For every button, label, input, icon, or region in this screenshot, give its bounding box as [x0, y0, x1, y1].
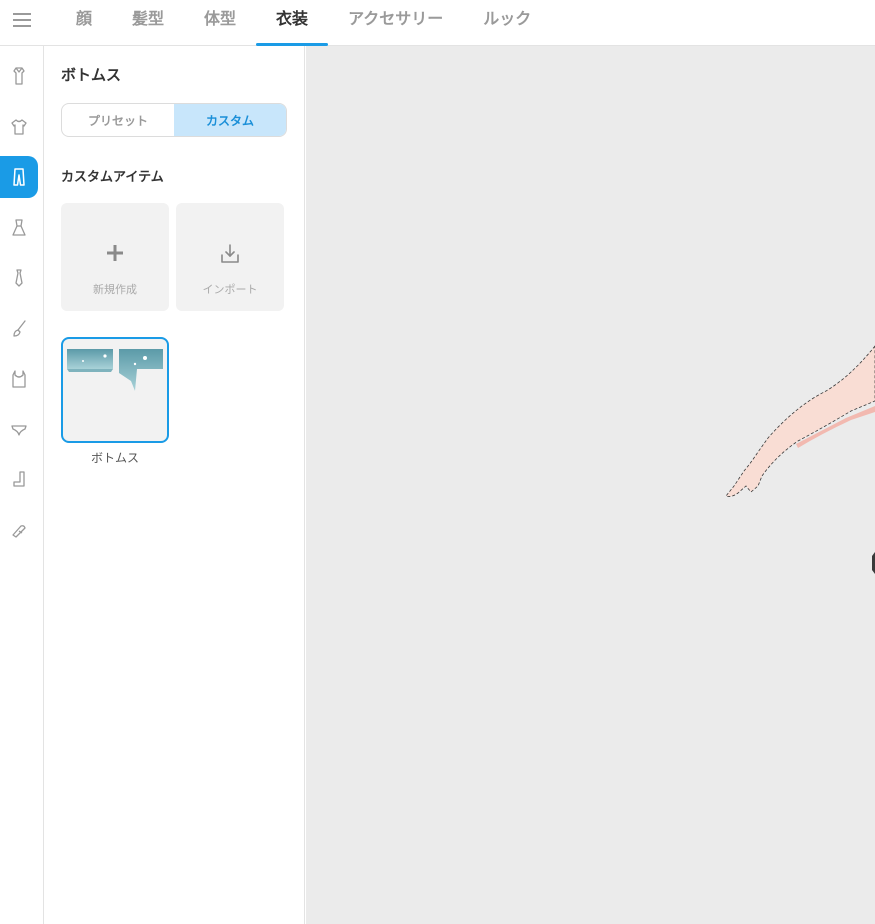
- rail-item-underwear[interactable]: [0, 409, 38, 451]
- rail-item-shirt[interactable]: [0, 55, 38, 97]
- dress-icon: [12, 219, 26, 236]
- top-bar: 顔 髪型 体型 衣装 アクセサリー ルック: [0, 0, 875, 46]
- avatar-preview-viewport[interactable]: [306, 46, 875, 924]
- preset-segment-button[interactable]: プリセット: [62, 104, 174, 136]
- tab-accessory[interactable]: アクセサリー: [328, 0, 463, 46]
- tab-look[interactable]: ルック: [463, 0, 551, 46]
- preset-custom-toggle: プリセット カスタム: [61, 103, 287, 137]
- custom-items-heading: カスタムアイテム: [61, 170, 164, 185]
- download-icon: [221, 244, 239, 263]
- brush-icon: [13, 320, 26, 337]
- tab-hairstyle[interactable]: 髪型: [112, 0, 184, 46]
- panel-title: ボトムス: [61, 66, 122, 84]
- pants-icon: [13, 168, 25, 186]
- rail-item-makeup[interactable]: [0, 308, 38, 350]
- bottoms-panel: ボトムス プリセット カスタム カスタムアイテム 新規作成 インポート ボトムス: [44, 46, 305, 924]
- clothing-category-rail: [0, 46, 44, 924]
- tab-face[interactable]: 顔: [56, 0, 112, 46]
- rail-item-socks[interactable]: [0, 459, 38, 501]
- tab-body[interactable]: 体型: [184, 0, 256, 46]
- custom-segment-button[interactable]: カスタム: [174, 104, 286, 136]
- new-item-button[interactable]: 新規作成: [61, 203, 169, 311]
- hamburger-icon: [13, 13, 31, 27]
- rail-item-tie[interactable]: [0, 257, 38, 299]
- rail-item-dress[interactable]: [0, 207, 38, 249]
- tie-icon: [15, 269, 23, 287]
- shoe-icon: [12, 525, 26, 538]
- rail-item-bottoms[interactable]: [0, 156, 38, 198]
- menu-button[interactable]: [0, 0, 44, 40]
- rail-item-innerwear[interactable]: [0, 358, 38, 400]
- rail-item-tops[interactable]: [0, 106, 38, 148]
- avatar-arm-render: [725, 345, 875, 574]
- import-label: インポート: [202, 283, 258, 296]
- import-button[interactable]: インポート: [176, 203, 284, 311]
- bottoms-thumbnail: [67, 349, 163, 391]
- category-tabs: 顔 髪型 体型 衣装 アクセサリー ルック: [56, 0, 551, 46]
- custom-item-card[interactable]: [61, 337, 169, 443]
- tshirt-icon: [11, 119, 27, 135]
- tank-top-icon: [12, 370, 26, 388]
- rail-item-shoes[interactable]: [0, 510, 38, 552]
- plus-icon: [107, 245, 123, 261]
- sock-icon: [13, 471, 25, 487]
- underwear-icon: [11, 425, 27, 436]
- new-item-label: 新規作成: [93, 283, 137, 296]
- shirt-collar-icon: [13, 67, 25, 85]
- tab-outfit[interactable]: 衣装: [256, 0, 329, 46]
- custom-item-label: ボトムス: [90, 451, 139, 465]
